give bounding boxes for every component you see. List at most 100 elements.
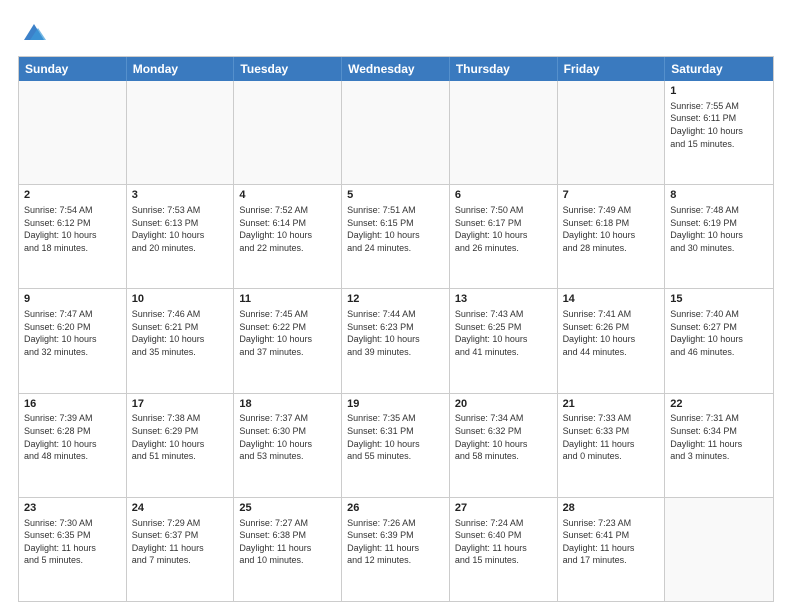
day-number: 25 bbox=[239, 501, 336, 516]
cell-info: Sunrise: 7:53 AM Sunset: 6:13 PM Dayligh… bbox=[132, 204, 229, 254]
calendar-cell: 21Sunrise: 7:33 AM Sunset: 6:33 PM Dayli… bbox=[558, 394, 666, 497]
day-number: 5 bbox=[347, 188, 444, 203]
calendar-week-row: 23Sunrise: 7:30 AM Sunset: 6:35 PM Dayli… bbox=[19, 497, 773, 601]
day-number: 24 bbox=[132, 501, 229, 516]
day-number: 18 bbox=[239, 397, 336, 412]
calendar-cell: 22Sunrise: 7:31 AM Sunset: 6:34 PM Dayli… bbox=[665, 394, 773, 497]
day-number: 1 bbox=[670, 84, 768, 99]
calendar-cell bbox=[665, 498, 773, 601]
cell-info: Sunrise: 7:29 AM Sunset: 6:37 PM Dayligh… bbox=[132, 517, 229, 567]
calendar-cell: 12Sunrise: 7:44 AM Sunset: 6:23 PM Dayli… bbox=[342, 289, 450, 392]
logo-icon bbox=[20, 18, 48, 46]
day-number: 23 bbox=[24, 501, 121, 516]
day-number: 26 bbox=[347, 501, 444, 516]
cell-info: Sunrise: 7:37 AM Sunset: 6:30 PM Dayligh… bbox=[239, 412, 336, 462]
calendar-week-row: 9Sunrise: 7:47 AM Sunset: 6:20 PM Daylig… bbox=[19, 288, 773, 392]
calendar-cell: 25Sunrise: 7:27 AM Sunset: 6:38 PM Dayli… bbox=[234, 498, 342, 601]
cell-info: Sunrise: 7:43 AM Sunset: 6:25 PM Dayligh… bbox=[455, 308, 552, 358]
cell-info: Sunrise: 7:46 AM Sunset: 6:21 PM Dayligh… bbox=[132, 308, 229, 358]
day-number: 12 bbox=[347, 292, 444, 307]
cell-info: Sunrise: 7:23 AM Sunset: 6:41 PM Dayligh… bbox=[563, 517, 660, 567]
day-number: 22 bbox=[670, 397, 768, 412]
cell-info: Sunrise: 7:24 AM Sunset: 6:40 PM Dayligh… bbox=[455, 517, 552, 567]
day-number: 13 bbox=[455, 292, 552, 307]
calendar-cell bbox=[127, 81, 235, 184]
cell-info: Sunrise: 7:33 AM Sunset: 6:33 PM Dayligh… bbox=[563, 412, 660, 462]
cell-info: Sunrise: 7:52 AM Sunset: 6:14 PM Dayligh… bbox=[239, 204, 336, 254]
day-number: 28 bbox=[563, 501, 660, 516]
header bbox=[18, 18, 774, 46]
cell-info: Sunrise: 7:39 AM Sunset: 6:28 PM Dayligh… bbox=[24, 412, 121, 462]
logo bbox=[18, 18, 48, 46]
day-number: 17 bbox=[132, 397, 229, 412]
day-number: 8 bbox=[670, 188, 768, 203]
calendar-cell: 28Sunrise: 7:23 AM Sunset: 6:41 PM Dayli… bbox=[558, 498, 666, 601]
cell-info: Sunrise: 7:55 AM Sunset: 6:11 PM Dayligh… bbox=[670, 100, 768, 150]
cell-info: Sunrise: 7:50 AM Sunset: 6:17 PM Dayligh… bbox=[455, 204, 552, 254]
day-number: 4 bbox=[239, 188, 336, 203]
calendar: SundayMondayTuesdayWednesdayThursdayFrid… bbox=[18, 56, 774, 602]
calendar-cell: 17Sunrise: 7:38 AM Sunset: 6:29 PM Dayli… bbox=[127, 394, 235, 497]
calendar-cell: 11Sunrise: 7:45 AM Sunset: 6:22 PM Dayli… bbox=[234, 289, 342, 392]
weekday-header: Monday bbox=[127, 57, 235, 81]
calendar-cell: 8Sunrise: 7:48 AM Sunset: 6:19 PM Daylig… bbox=[665, 185, 773, 288]
day-number: 27 bbox=[455, 501, 552, 516]
day-number: 19 bbox=[347, 397, 444, 412]
cell-info: Sunrise: 7:45 AM Sunset: 6:22 PM Dayligh… bbox=[239, 308, 336, 358]
cell-info: Sunrise: 7:41 AM Sunset: 6:26 PM Dayligh… bbox=[563, 308, 660, 358]
cell-info: Sunrise: 7:38 AM Sunset: 6:29 PM Dayligh… bbox=[132, 412, 229, 462]
cell-info: Sunrise: 7:30 AM Sunset: 6:35 PM Dayligh… bbox=[24, 517, 121, 567]
cell-info: Sunrise: 7:31 AM Sunset: 6:34 PM Dayligh… bbox=[670, 412, 768, 462]
day-number: 21 bbox=[563, 397, 660, 412]
cell-info: Sunrise: 7:34 AM Sunset: 6:32 PM Dayligh… bbox=[455, 412, 552, 462]
cell-info: Sunrise: 7:47 AM Sunset: 6:20 PM Dayligh… bbox=[24, 308, 121, 358]
calendar-cell: 23Sunrise: 7:30 AM Sunset: 6:35 PM Dayli… bbox=[19, 498, 127, 601]
calendar-cell: 7Sunrise: 7:49 AM Sunset: 6:18 PM Daylig… bbox=[558, 185, 666, 288]
weekday-header: Saturday bbox=[665, 57, 773, 81]
day-number: 20 bbox=[455, 397, 552, 412]
calendar-cell: 13Sunrise: 7:43 AM Sunset: 6:25 PM Dayli… bbox=[450, 289, 558, 392]
cell-info: Sunrise: 7:26 AM Sunset: 6:39 PM Dayligh… bbox=[347, 517, 444, 567]
calendar-week-row: 1Sunrise: 7:55 AM Sunset: 6:11 PM Daylig… bbox=[19, 81, 773, 184]
calendar-week-row: 16Sunrise: 7:39 AM Sunset: 6:28 PM Dayli… bbox=[19, 393, 773, 497]
calendar-week-row: 2Sunrise: 7:54 AM Sunset: 6:12 PM Daylig… bbox=[19, 184, 773, 288]
page: SundayMondayTuesdayWednesdayThursdayFrid… bbox=[0, 0, 792, 612]
day-number: 6 bbox=[455, 188, 552, 203]
cell-info: Sunrise: 7:51 AM Sunset: 6:15 PM Dayligh… bbox=[347, 204, 444, 254]
day-number: 14 bbox=[563, 292, 660, 307]
day-number: 16 bbox=[24, 397, 121, 412]
calendar-cell: 10Sunrise: 7:46 AM Sunset: 6:21 PM Dayli… bbox=[127, 289, 235, 392]
calendar-cell: 16Sunrise: 7:39 AM Sunset: 6:28 PM Dayli… bbox=[19, 394, 127, 497]
day-number: 9 bbox=[24, 292, 121, 307]
cell-info: Sunrise: 7:49 AM Sunset: 6:18 PM Dayligh… bbox=[563, 204, 660, 254]
calendar-cell: 1Sunrise: 7:55 AM Sunset: 6:11 PM Daylig… bbox=[665, 81, 773, 184]
calendar-cell: 4Sunrise: 7:52 AM Sunset: 6:14 PM Daylig… bbox=[234, 185, 342, 288]
calendar-cell bbox=[234, 81, 342, 184]
weekday-header: Friday bbox=[558, 57, 666, 81]
calendar-cell: 24Sunrise: 7:29 AM Sunset: 6:37 PM Dayli… bbox=[127, 498, 235, 601]
calendar-cell bbox=[342, 81, 450, 184]
day-number: 3 bbox=[132, 188, 229, 203]
day-number: 15 bbox=[670, 292, 768, 307]
day-number: 7 bbox=[563, 188, 660, 203]
cell-info: Sunrise: 7:35 AM Sunset: 6:31 PM Dayligh… bbox=[347, 412, 444, 462]
calendar-cell bbox=[450, 81, 558, 184]
calendar-cell: 14Sunrise: 7:41 AM Sunset: 6:26 PM Dayli… bbox=[558, 289, 666, 392]
day-number: 10 bbox=[132, 292, 229, 307]
cell-info: Sunrise: 7:54 AM Sunset: 6:12 PM Dayligh… bbox=[24, 204, 121, 254]
weekday-header: Sunday bbox=[19, 57, 127, 81]
calendar-cell: 18Sunrise: 7:37 AM Sunset: 6:30 PM Dayli… bbox=[234, 394, 342, 497]
calendar-header: SundayMondayTuesdayWednesdayThursdayFrid… bbox=[19, 57, 773, 81]
weekday-header: Tuesday bbox=[234, 57, 342, 81]
calendar-cell: 2Sunrise: 7:54 AM Sunset: 6:12 PM Daylig… bbox=[19, 185, 127, 288]
calendar-body: 1Sunrise: 7:55 AM Sunset: 6:11 PM Daylig… bbox=[19, 81, 773, 601]
weekday-header: Thursday bbox=[450, 57, 558, 81]
calendar-cell: 27Sunrise: 7:24 AM Sunset: 6:40 PM Dayli… bbox=[450, 498, 558, 601]
weekday-header: Wednesday bbox=[342, 57, 450, 81]
calendar-cell: 6Sunrise: 7:50 AM Sunset: 6:17 PM Daylig… bbox=[450, 185, 558, 288]
calendar-cell: 19Sunrise: 7:35 AM Sunset: 6:31 PM Dayli… bbox=[342, 394, 450, 497]
cell-info: Sunrise: 7:40 AM Sunset: 6:27 PM Dayligh… bbox=[670, 308, 768, 358]
calendar-cell: 5Sunrise: 7:51 AM Sunset: 6:15 PM Daylig… bbox=[342, 185, 450, 288]
cell-info: Sunrise: 7:27 AM Sunset: 6:38 PM Dayligh… bbox=[239, 517, 336, 567]
cell-info: Sunrise: 7:44 AM Sunset: 6:23 PM Dayligh… bbox=[347, 308, 444, 358]
